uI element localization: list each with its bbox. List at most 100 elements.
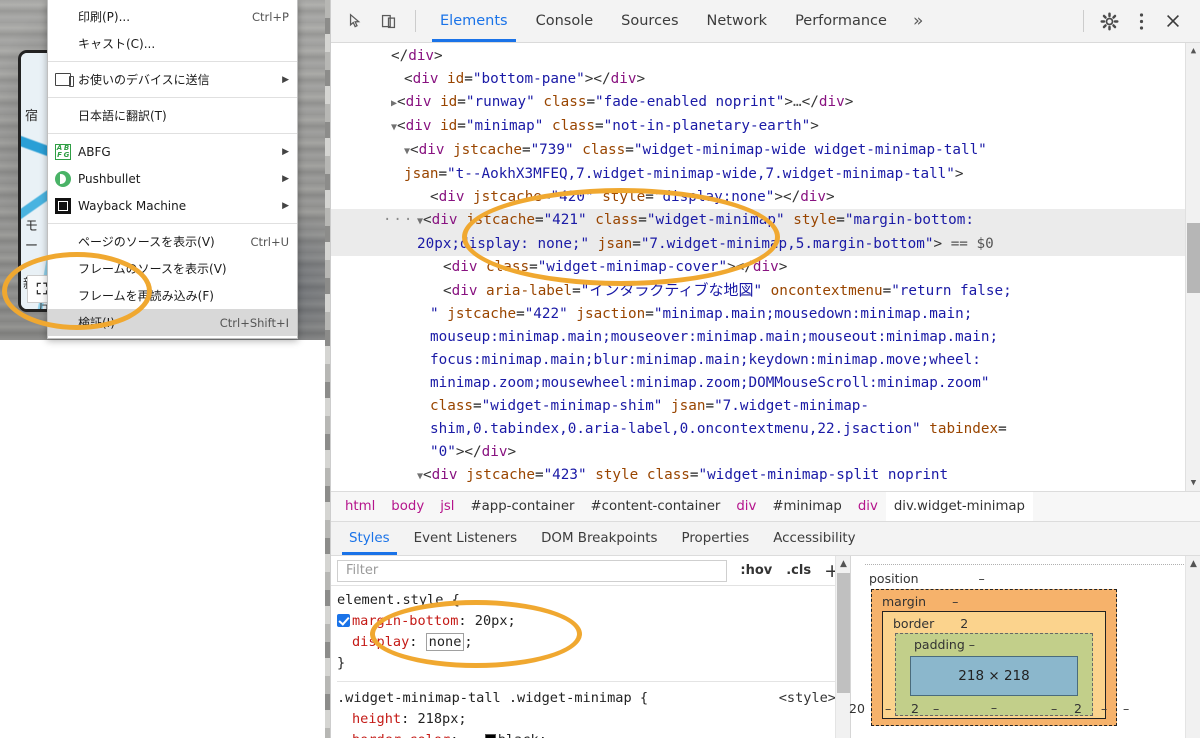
scroll-thumb[interactable] [1187,223,1200,293]
dom-tree[interactable]: </div> <div id="bottom-pane"></div> ▶<div … [331,43,1200,491]
declaration-value[interactable]: black; [498,732,547,738]
padding-right-value[interactable]: – [1051,701,1057,716]
dom-tree-line[interactable]: </div> [331,45,1200,68]
dom-tree-line[interactable]: shim,0.tabindex,0.aria-label,0.oncontext… [331,418,1200,441]
dom-tree-line[interactable]: ▼<div id="minimap" class="not-in-planeta… [331,115,1200,139]
breadcrumb-item-0[interactable]: html [337,492,383,521]
padding-top-value[interactable]: – [969,637,975,652]
tab-sources[interactable]: Sources [607,0,692,42]
tab-performance[interactable]: Performance [781,0,901,42]
style-source-link[interactable]: <style> [779,688,836,709]
declaration-value-editor[interactable]: none [425,633,465,651]
dom-tree-line[interactable]: "0"></div> [331,441,1200,464]
menu-item-pushbullet[interactable]: Pushbullet ▶ [48,165,297,192]
dom-tree-line[interactable]: jsan="t--AokhX3MFEQ,7.widget-minimap-wid… [331,163,1200,186]
box-model-padding[interactable]: padding – 218 × 218 – [895,633,1093,716]
dom-tree-line[interactable]: focus:minimap.main;blur:minimap.main;key… [331,349,1200,372]
padding-bottom-value[interactable]: – [896,700,1092,715]
browser-context-menu[interactable]: 印刷(P)... Ctrl+P キャスト(C)... お使いのデバイスに送信 ▶… [47,0,298,339]
scroll-thumb[interactable] [837,573,850,693]
position-value[interactable]: – [979,571,985,586]
margin-top-value[interactable]: – [952,594,958,609]
sidebar-tab-event-listeners[interactable]: Event Listeners [402,522,529,555]
menu-item-print[interactable]: 印刷(P)... Ctrl+P [48,3,297,30]
styles-scrollbar[interactable]: ▲ [835,556,850,738]
styles-filter-input[interactable]: Filter [337,559,728,582]
dom-tree-line[interactable]: " jstcache="422" jsaction="minimap.main;… [331,303,1200,326]
dom-tree-scrollbar[interactable]: ▲ ▼ [1185,43,1200,491]
hov-toggle-button[interactable]: :hov [733,563,779,578]
dom-tree-line[interactable]: ▶<div id="runway" class="fade-enabled no… [331,91,1200,115]
dom-tree-line[interactable]: mouseup:minimap.main;mouseover:minimap.m… [331,326,1200,349]
breadcrumb-item-3[interactable]: #app-container [463,492,583,521]
scroll-up-arrow-icon[interactable]: ▲ [836,556,851,572]
padding-left-value[interactable]: – [933,701,939,716]
declaration-property[interactable]: display [352,634,409,650]
sidebar-tab-properties[interactable]: Properties [670,522,762,555]
dom-tree-line[interactable]: class="widget-minimap-shim" jsan="7.widg… [331,395,1200,418]
declaration-value[interactable]: 20px; [475,613,516,629]
declaration-property[interactable]: border-color [352,732,450,738]
more-node-dots-icon[interactable]: ··· [383,209,414,232]
color-swatch-icon[interactable] [484,734,496,738]
dom-tree-line[interactable]: minimap.zoom;mousewheel:minimap.zoom;DOM… [331,372,1200,395]
border-right-value[interactable]: 2 [1074,701,1082,716]
tab-console[interactable]: Console [522,0,608,42]
more-tabs-icon[interactable]: » [901,11,935,31]
tab-elements[interactable]: Elements [426,0,522,42]
menu-item-view-page-source[interactable]: ページのソースを表示(V) Ctrl+U [48,228,297,255]
dom-tree-line[interactable]: ▼<div jstcache="739" class="widget-minim… [331,139,1200,163]
menu-item-inspect[interactable]: 検証(I) Ctrl+Shift+I [48,309,297,336]
box-model-scrollbar[interactable]: ▲ [1185,556,1200,738]
menu-item-send-to-your-devices[interactable]: お使いのデバイスに送信 ▶ [48,66,297,93]
margin-left-value[interactable]: 20 [849,701,865,716]
scroll-up-arrow-icon[interactable]: ▲ [1186,43,1200,59]
menu-item-cast[interactable]: キャスト(C)... [48,30,297,57]
breadcrumb-item-2[interactable]: jsl [432,492,462,521]
declaration-value[interactable]: 218px; [417,711,466,727]
scroll-up-arrow-icon[interactable]: ▲ [1186,556,1200,572]
breadcrumb-item-6[interactable]: #minimap [764,492,849,521]
tab-network[interactable]: Network [693,0,782,42]
dom-tree-line[interactable]: <div jstcache="420" style="display:none"… [331,186,1200,209]
breadcrumb-item-1[interactable]: body [383,492,432,521]
declaration-border-color[interactable]: border-color: ▶ black; [337,730,850,738]
close-icon[interactable] [1158,6,1188,36]
outer-right-value[interactable]: – [1123,701,1129,716]
breadcrumb-item-8[interactable]: div.widget-minimap [885,492,1033,521]
dom-tree-line[interactable]: ··· ▼<div jstcache="421" class="widget-mi… [331,209,1200,233]
breadcrumb-item-5[interactable]: div [728,492,764,521]
box-model-content[interactable]: 218 × 218 [910,656,1078,696]
breadcrumb-item-4[interactable]: #content-container [583,492,729,521]
menu-item-translate-to-japanese[interactable]: 日本語に翻訳(T) [48,102,297,129]
sidebar-tab-accessibility[interactable]: Accessibility [761,522,867,555]
rule-selector[interactable]: .widget-minimap-tall .widget-minimap { <… [337,688,850,709]
border-top-value[interactable]: 2 [960,616,968,631]
dom-tree-line[interactable]: <div aria-label="インタラクティブな地図" oncontextm… [331,279,1200,303]
device-toolbar-icon[interactable] [373,6,403,36]
menu-item-wayback-machine[interactable]: Wayback Machine ▶ [48,192,297,219]
menu-item-reload-frame[interactable]: フレームを再読み込み(F) [48,282,297,309]
inspect-element-icon[interactable] [341,6,371,36]
declaration-property[interactable]: margin-bottom [352,613,458,629]
scroll-down-arrow-icon[interactable]: ▼ [1186,475,1200,491]
breadcrumb-item-7[interactable]: div [850,492,886,521]
menu-item-view-frame-source[interactable]: フレームのソースを表示(V) [48,255,297,282]
declaration-height[interactable]: height: 218px; [337,709,850,730]
breadcrumb[interactable]: html body jsl #app-container #content-contai… [331,491,1200,522]
cls-toggle-button[interactable]: .cls [779,563,818,578]
dom-tree-line[interactable]: <div class="widget-minimap-cover"></div> [331,256,1200,279]
dom-tree-line[interactable]: ▼<div jstcache="423" style class="widget… [331,464,1200,488]
border-left-value[interactable]: 2 [911,701,919,716]
sidebar-tab-dom-breakpoints[interactable]: DOM Breakpoints [529,522,669,555]
dom-tree-line[interactable]: <div id="bottom-pane"></div> [331,68,1200,91]
styles-sidebar-tabs[interactable]: Styles Event Listeners DOM Breakpoints Prop… [331,522,1200,556]
gear-icon[interactable] [1094,6,1124,36]
declaration-display[interactable]: display: none; [337,632,850,653]
declaration-property[interactable]: height [352,711,401,727]
dom-tree-line[interactable]: 20px;display: none;" jsan="7.widget-mini… [331,233,1200,256]
sidebar-tab-styles[interactable]: Styles [337,522,402,555]
declaration-margin-bottom[interactable]: margin-bottom: 20px; [337,611,850,632]
kebab-menu-icon[interactable] [1126,6,1156,36]
declaration-checkbox[interactable] [337,614,350,627]
